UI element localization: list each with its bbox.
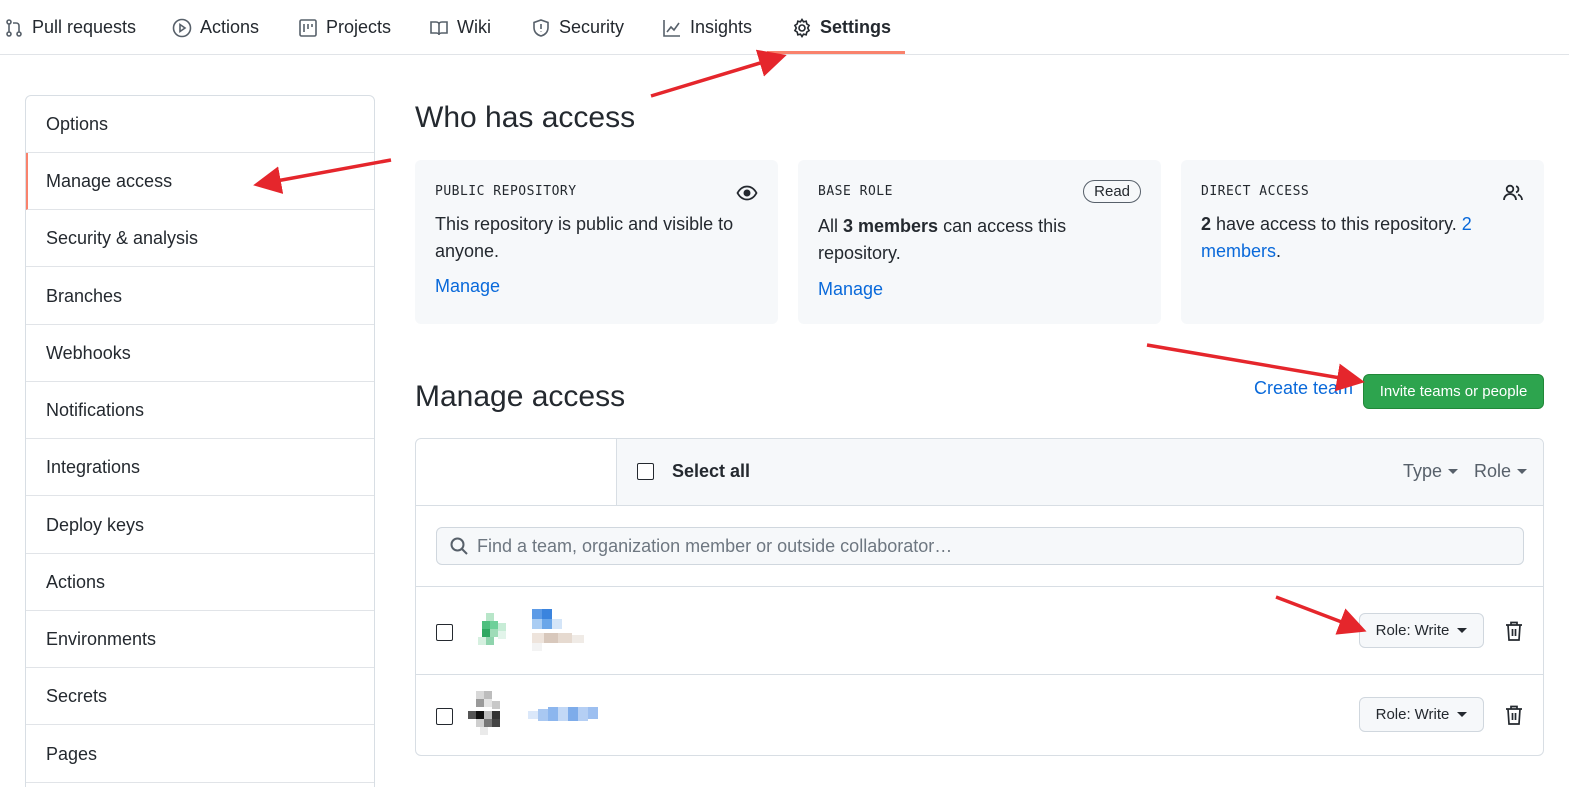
role-value: Write: [1414, 706, 1450, 723]
member-checkbox[interactable]: [436, 708, 453, 725]
search-icon: [450, 537, 468, 555]
sidebar-item-actions[interactable]: Actions: [26, 554, 374, 611]
tab-projects[interactable]: Projects: [298, 0, 391, 55]
tab-wiki[interactable]: Wiki: [429, 0, 491, 55]
role-dropdown[interactable]: Role: Write: [1359, 697, 1484, 732]
settings-sidebar: Options Manage access Security & analysi…: [25, 95, 375, 787]
member-name-blurred: [532, 609, 584, 651]
active-tab-underline: [767, 51, 905, 54]
sidebar-item-options[interactable]: Options: [26, 96, 374, 153]
public-repository-card: PUBLIC REPOSITORY This repository is pub…: [415, 160, 778, 324]
select-all-checkbox[interactable]: [637, 463, 654, 480]
role-prefix: Role:: [1375, 706, 1411, 723]
role-filter-label: Role: [1474, 461, 1512, 481]
type-filter-dropdown[interactable]: Type: [1403, 461, 1459, 482]
sidebar-item-webhooks[interactable]: Webhooks: [26, 325, 374, 382]
member-search-input[interactable]: [477, 535, 1517, 557]
sidebar-item-secrets[interactable]: Secrets: [26, 668, 374, 725]
direct-access-text: 2 have access to this repository. 2 memb…: [1201, 214, 1472, 261]
sidebar-item-environments[interactable]: Environments: [26, 611, 374, 668]
tab-label: Settings: [820, 17, 892, 37]
member-checkbox[interactable]: [436, 624, 453, 641]
people-icon: [1503, 184, 1523, 201]
tab-label: Pull requests: [32, 17, 137, 37]
table-row: Role: Write: [416, 674, 1543, 755]
tab-label: Actions: [200, 17, 260, 37]
tab-insights[interactable]: Insights: [662, 0, 752, 55]
arrow-to-settings-tab: [650, 49, 787, 98]
select-all-label: Select all: [672, 461, 751, 481]
manage-access-title: Manage access: [415, 380, 626, 413]
tab-label: Wiki: [457, 17, 491, 37]
table-header: Select all Type Role: [616, 439, 1543, 506]
avatar: [468, 691, 500, 735]
sidebar-item-security-analysis[interactable]: Security & analysis: [26, 210, 374, 267]
arrow-to-invite-button: [1146, 343, 1365, 392]
chevron-down-icon: [1448, 469, 1459, 474]
role-value: Write: [1414, 622, 1450, 639]
member-search-box: [436, 527, 1524, 565]
chevron-down-icon: [1517, 469, 1528, 474]
card-label: PUBLIC REPOSITORY: [435, 184, 577, 199]
card-label: DIRECT ACCESS: [1201, 184, 1310, 199]
shield-icon: [533, 18, 549, 37]
chevron-down-icon: [1457, 712, 1468, 717]
role-filter-dropdown[interactable]: Role: [1474, 461, 1528, 482]
manage-visibility-link[interactable]: Manage: [435, 276, 500, 296]
graph-icon: [663, 19, 680, 37]
tab-label: Insights: [690, 17, 753, 37]
direct-access-card: DIRECT ACCESS 2 have access to this repo…: [1181, 160, 1544, 324]
sidebar-item-branches[interactable]: Branches: [26, 268, 374, 325]
trash-icon[interactable]: [1504, 620, 1524, 642]
sidebar-item-notifications[interactable]: Notifications: [26, 382, 374, 439]
member-name-blurred: [528, 707, 598, 721]
tab-settings[interactable]: Settings: [792, 0, 891, 55]
project-icon: [299, 18, 317, 37]
sidebar-item-pages[interactable]: Pages: [26, 726, 374, 783]
collaborators-table: Select all Type Role Role:Write Role:Wri…: [415, 438, 1544, 756]
type-filter-label: Type: [1403, 461, 1443, 481]
table-row: Role: Write: [416, 586, 1543, 674]
gear-icon: [793, 17, 811, 38]
tab-security[interactable]: Security: [531, 0, 624, 55]
tab-pull-requests[interactable]: Pull requests: [4, 0, 136, 55]
book-icon: [430, 20, 448, 35]
play-icon: [172, 18, 192, 37]
table-header-spacer: [416, 439, 616, 506]
base-role-text: All 3 members can access this repository…: [818, 216, 1067, 263]
base-role-badge: Read: [1083, 180, 1141, 203]
sidebar-item-deploy-keys[interactable]: Deploy keys: [26, 497, 374, 554]
tab-label: Security: [559, 17, 625, 37]
public-repository-text: This repository is public and visible to…: [435, 214, 734, 261]
who-has-access-title: Who has access: [415, 101, 636, 134]
pull-request-icon: [6, 18, 22, 37]
create-team-link[interactable]: Create team: [1254, 378, 1353, 399]
repo-nav: Pull requests Actions Projects Wiki Secu…: [0, 0, 1569, 55]
role-dropdown[interactable]: Role: Write: [1359, 613, 1484, 648]
chevron-down-icon: [1457, 628, 1468, 633]
sidebar-item-integrations[interactable]: Integrations: [26, 439, 374, 496]
trash-icon[interactable]: [1504, 704, 1524, 726]
sidebar-item-manage-access[interactable]: Manage access: [26, 153, 374, 210]
invite-teams-or-people-button[interactable]: Invite teams or people: [1363, 374, 1544, 409]
eye-icon: [736, 185, 758, 201]
role-prefix: Role:: [1375, 622, 1411, 639]
avatar: [478, 613, 506, 645]
manage-base-role-link[interactable]: Manage: [818, 279, 883, 299]
tab-actions[interactable]: Actions: [172, 0, 259, 55]
base-role-card: BASE ROLE Read All 3 members can access …: [798, 160, 1161, 324]
tab-label: Projects: [326, 17, 392, 37]
